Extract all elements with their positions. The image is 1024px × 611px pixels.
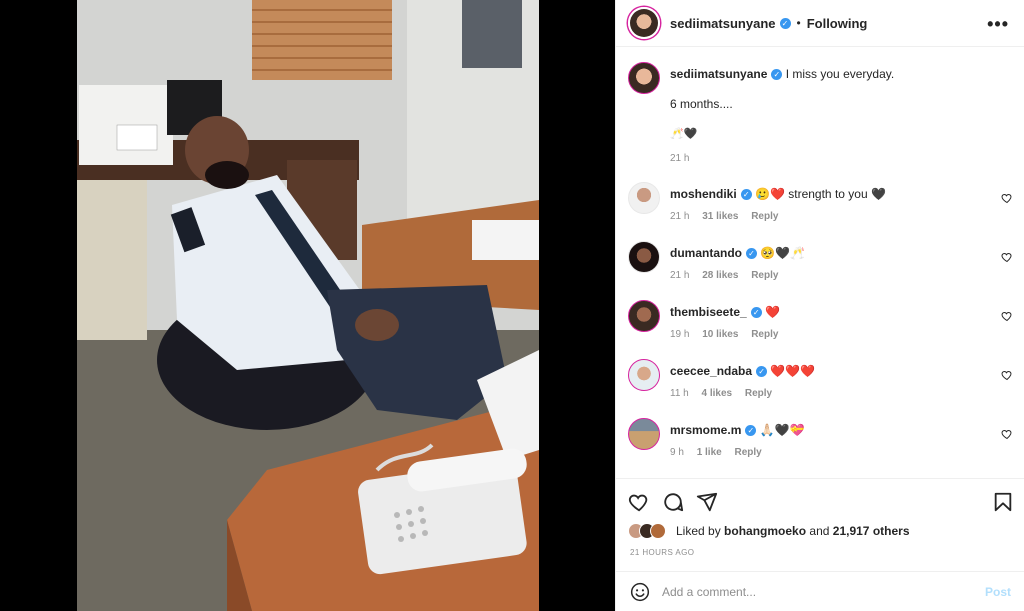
caption-meta: 21 h bbox=[670, 153, 699, 164]
comment-time: 9 h bbox=[670, 447, 684, 458]
comment-item: moshendiki ✓ 🥲❤️ strength to you 🖤 21 h 3… bbox=[628, 182, 1013, 232]
heart-icon[interactable] bbox=[1001, 251, 1013, 263]
commenter-avatar[interactable] bbox=[628, 359, 660, 391]
heart-icon[interactable] bbox=[1001, 428, 1013, 440]
media-backdrop bbox=[0, 0, 615, 611]
verified-icon: ✓ bbox=[779, 17, 791, 29]
commenter-avatar[interactable] bbox=[628, 418, 660, 450]
comment-icon[interactable] bbox=[662, 491, 684, 513]
comment-likes[interactable]: 31 likes bbox=[702, 211, 738, 222]
bookmark-icon[interactable] bbox=[992, 491, 1014, 513]
comment-username[interactable]: mrsmome.m bbox=[670, 423, 741, 437]
comment-item: dumantando ✓ 🥺🖤🥂 21 h 28 likes Reply bbox=[628, 241, 1013, 291]
likes-summary: Liked by bohangmoeko and 21,917 others bbox=[628, 523, 910, 539]
commenter-avatar[interactable] bbox=[628, 182, 660, 214]
comment-text: ❤️ bbox=[765, 305, 780, 319]
comment-body: moshendiki ✓ 🥲❤️ strength to you 🖤 bbox=[670, 186, 990, 202]
comment-username[interactable]: ceecee_ndaba bbox=[670, 364, 752, 378]
comment-body: mrsmome.m ✓ 🙏🏻🖤💝 bbox=[670, 422, 990, 438]
comment-meta: 19 h 10 likes Reply bbox=[670, 329, 788, 340]
heart-icon[interactable] bbox=[1001, 192, 1013, 204]
comment-text: 🙏🏻🖤💝 bbox=[759, 423, 805, 437]
verified-icon: ✓ bbox=[740, 189, 752, 201]
verified-icon: ✓ bbox=[750, 307, 762, 319]
author-username[interactable]: sediimatsunyane bbox=[670, 16, 776, 31]
verified-icon: ✓ bbox=[771, 69, 783, 81]
add-comment-bar: Post bbox=[616, 571, 1024, 611]
post-photo[interactable] bbox=[77, 0, 539, 611]
action-bar: Liked by bohangmoeko and 21,917 others 2… bbox=[616, 478, 1024, 570]
heart-icon[interactable] bbox=[1001, 310, 1013, 322]
likes-and: and bbox=[809, 524, 830, 538]
post-button[interactable]: Post bbox=[985, 585, 1011, 599]
comment-body: ceecee_ndaba ✓ ❤️❤️❤️ bbox=[670, 363, 990, 379]
comment-meta: 9 h 1 like Reply bbox=[670, 447, 772, 458]
share-icon[interactable] bbox=[696, 491, 718, 513]
comment-likes[interactable]: 10 likes bbox=[702, 329, 738, 340]
comment-likes[interactable]: 28 likes bbox=[702, 270, 738, 281]
post-timestamp[interactable]: 21 HOURS AGO bbox=[630, 548, 694, 557]
author-avatar[interactable] bbox=[628, 7, 660, 39]
comment-time: 11 h bbox=[670, 388, 689, 399]
more-icon[interactable]: ••• bbox=[987, 14, 1009, 35]
comment-text: ❤️❤️❤️ bbox=[770, 364, 816, 378]
comment-meta: 21 h 28 likes Reply bbox=[670, 270, 788, 281]
heart-icon[interactable] bbox=[1001, 369, 1013, 381]
comment-meta: 11 h 4 likes Reply bbox=[670, 388, 782, 399]
caption: sediimatsunyane ✓ I miss you everyday. 6 … bbox=[628, 62, 1013, 172]
following-button[interactable]: Following bbox=[807, 16, 868, 31]
caption-time: 21 h bbox=[670, 153, 690, 164]
comment-likes[interactable]: 1 like bbox=[697, 447, 722, 458]
comment-username[interactable]: dumantando bbox=[670, 246, 742, 260]
comment-item: thembiseete_ ✓ ❤️ 19 h 10 likes Reply bbox=[628, 300, 1013, 350]
commenter-avatar[interactable] bbox=[628, 241, 660, 273]
comment-text: 🥲❤️ strength to you 🖤 bbox=[755, 187, 886, 201]
reply-button[interactable]: Reply bbox=[751, 211, 778, 222]
comment-body: thembiseete_ ✓ ❤️ bbox=[670, 304, 990, 320]
reply-button[interactable]: Reply bbox=[745, 388, 772, 399]
comment-time: 19 h bbox=[670, 329, 690, 340]
liker-avatar[interactable] bbox=[650, 523, 666, 539]
verified-icon: ✓ bbox=[746, 248, 757, 260]
comment-body: dumantando ✓ 🥺🖤🥂 bbox=[670, 245, 990, 261]
verified-icon: ✓ bbox=[756, 366, 768, 378]
comment-item: ceecee_ndaba ✓ ❤️❤️❤️ 11 h 4 likes Reply bbox=[628, 359, 1013, 409]
post-panel: sediimatsunyane ✓ • Following ••• sediim… bbox=[615, 0, 1024, 611]
photo-illustration bbox=[77, 0, 539, 611]
verified-icon: ✓ bbox=[745, 425, 757, 437]
caption-line-1: I miss you everyday. bbox=[785, 67, 895, 81]
comment-time: 21 h bbox=[670, 270, 690, 281]
commenter-avatar[interactable] bbox=[628, 300, 660, 332]
comment-likes[interactable]: 4 likes bbox=[702, 388, 733, 399]
comment-time: 21 h bbox=[670, 211, 690, 222]
comment-text: 🥺🖤🥂 bbox=[760, 246, 806, 260]
comments-list[interactable]: sediimatsunyane ✓ I miss you everyday. 6 … bbox=[616, 48, 1024, 478]
caption-line-2: 6 months.... bbox=[670, 97, 733, 111]
liked-by-label: Liked by bbox=[676, 524, 721, 538]
comment-meta: 21 h 31 likes Reply bbox=[670, 211, 788, 222]
post-header: sediimatsunyane ✓ • Following ••• bbox=[616, 0, 1024, 47]
separator-dot: • bbox=[796, 16, 801, 30]
liked-by-user[interactable]: bohangmoeko bbox=[724, 524, 806, 538]
author-avatar[interactable] bbox=[628, 62, 660, 94]
likes-others[interactable]: 21,917 others bbox=[833, 524, 910, 538]
emoji-icon[interactable] bbox=[630, 582, 650, 602]
caption-body: sediimatsunyane ✓ I miss you everyday. 6 … bbox=[670, 66, 990, 142]
like-heart-icon[interactable] bbox=[628, 491, 650, 513]
caption-line-3: 🥂🖤 bbox=[670, 128, 698, 140]
comment-input[interactable] bbox=[662, 584, 962, 599]
reply-button[interactable]: Reply bbox=[751, 270, 778, 281]
comment-username[interactable]: moshendiki bbox=[670, 187, 737, 201]
comment-item: mrsmome.m ✓ 🙏🏻🖤💝 9 h 1 like Reply bbox=[628, 418, 1013, 468]
caption-username[interactable]: sediimatsunyane bbox=[670, 67, 767, 81]
reply-button[interactable]: Reply bbox=[751, 329, 778, 340]
reply-button[interactable]: Reply bbox=[735, 447, 762, 458]
comment-username[interactable]: thembiseete_ bbox=[670, 305, 747, 319]
